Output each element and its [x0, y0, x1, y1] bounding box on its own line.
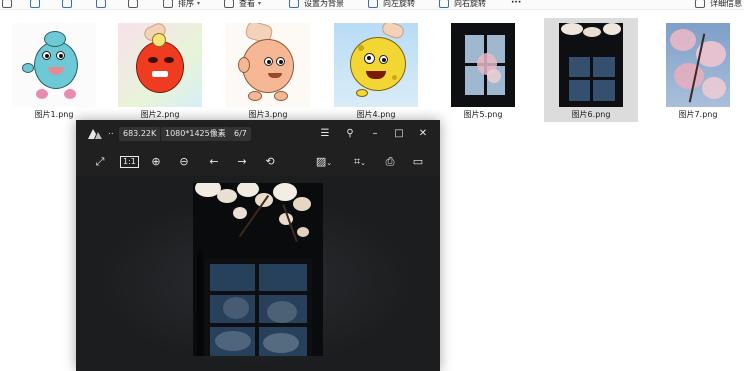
paste-icon — [62, 0, 72, 8]
cut-icon — [2, 0, 12, 8]
photo-viewer-window: .. 683.22K 1080*1425像素 6/7 ☰ ⚲ – □ ✕ ⤢ 1… — [76, 120, 440, 371]
view-button[interactable]: 查看 ▾ — [224, 0, 261, 10]
viewer-titlebar: .. 683.22K 1080*1425像素 6/7 ☰ ⚲ – □ ✕ — [76, 120, 440, 147]
thumbnail-cartoon-blue — [12, 23, 96, 107]
viewer-more-dots[interactable]: .. — [108, 127, 114, 137]
explorer-toolbar: 排序 ▾ 查看 ▾ 设置为背景 向左旋转 向右旋转 ··· 详细信息 — [0, 0, 744, 10]
toolbar-copy-button[interactable] — [30, 0, 45, 10]
close-icon[interactable]: ✕ — [416, 127, 430, 141]
file-item-selected[interactable]: 图片6.png — [544, 18, 638, 122]
file-name: 图片5.png — [463, 110, 503, 119]
toolbar-cut-button[interactable] — [2, 0, 17, 10]
set-background-label: 设置为背景 — [304, 0, 344, 8]
thumbnail-photo-window-blossom — [559, 23, 623, 107]
chevron-down-icon: ▾ — [197, 0, 201, 7]
image-edit-icon[interactable]: ▨⌄ — [312, 153, 336, 171]
maximize-button[interactable]: □ — [392, 127, 406, 141]
toolbar-delete-button[interactable] — [128, 0, 143, 10]
file-name: 图片4.png — [356, 110, 396, 119]
position-chip: 6/7 — [230, 127, 251, 141]
thumbnail-photo-blossom-sky — [666, 23, 730, 107]
thumbnail-cartoon-red — [118, 23, 202, 107]
actual-size-icon[interactable]: 1:1 — [120, 153, 139, 171]
details-icon — [695, 0, 705, 8]
more-options-button[interactable]: ··· — [511, 0, 521, 10]
view-icon — [224, 0, 234, 8]
file-item[interactable]: 图片3.png — [221, 18, 315, 122]
file-name: 图片7.png — [678, 110, 718, 119]
details-label: 详细信息 — [710, 0, 742, 8]
file-size-chip: 683.22K — [119, 127, 161, 141]
file-item[interactable]: 图片1.png — [7, 18, 101, 122]
copy-icon — [30, 0, 40, 8]
file-name: 图片6.png — [571, 110, 611, 119]
file-name: 图片3.png — [248, 110, 288, 119]
sort-label: 排序 — [178, 0, 194, 8]
share-icon — [96, 0, 106, 8]
details-button[interactable]: 详细信息 — [695, 0, 742, 10]
rotate-right-icon — [439, 0, 449, 8]
app-logo-icon — [88, 129, 102, 139]
zoom-in-icon[interactable]: ⊕ — [148, 153, 164, 171]
displayed-photo — [193, 183, 323, 356]
thumbnail-cartoon-peach — [226, 23, 310, 107]
toolbar-paste-button[interactable] — [62, 0, 77, 10]
file-item[interactable]: 图片4.png — [329, 18, 423, 122]
rotate-left-button[interactable]: 向左旋转 — [368, 0, 415, 10]
rotate-right-button[interactable]: 向右旋转 — [439, 0, 486, 10]
file-grid: 图片1.png 图片2.png 图片3.png 图片4.png 图片5.png … — [0, 18, 744, 128]
thumbnail-cartoon-yellow — [334, 23, 418, 107]
file-name: 图片2.png — [140, 110, 180, 119]
sort-button[interactable]: 排序 ▾ — [163, 0, 200, 10]
rotate-icon[interactable]: ⟲ — [262, 153, 278, 171]
view-label: 查看 — [239, 0, 255, 8]
pin-icon[interactable]: ⚲ — [343, 127, 357, 141]
next-arrow-icon[interactable]: → — [232, 153, 252, 171]
file-name: 图片1.png — [34, 110, 74, 119]
previous-arrow-icon[interactable]: ← — [204, 153, 224, 171]
minimize-button[interactable]: – — [368, 127, 382, 141]
briefcase-icon[interactable]: ▭ — [410, 153, 426, 171]
print-icon[interactable]: ⎙ — [382, 153, 398, 171]
toolbar-share-button[interactable] — [96, 0, 111, 10]
dimensions-chip: 1080*1425像素 — [161, 127, 230, 141]
file-item[interactable]: 图片5.png — [436, 18, 530, 122]
file-item[interactable]: 图片2.png — [113, 18, 207, 122]
zoom-out-icon[interactable]: ⊖ — [176, 153, 192, 171]
file-item[interactable]: 图片7.png — [651, 18, 744, 122]
fullscreen-icon[interactable]: ⤢ — [92, 153, 108, 171]
viewer-toolbar: ⤢ 1:1 ⊕ ⊖ ← → ⟲ ▨⌄ ⌗⌄ ⎙ ▭ — [76, 150, 440, 174]
delete-icon — [128, 0, 138, 8]
chevron-down-icon: ▾ — [258, 0, 262, 7]
set-background-button[interactable]: 设置为背景 — [289, 0, 344, 10]
rotate-left-icon — [368, 0, 378, 8]
thumbnail-photo-window — [451, 23, 515, 107]
background-icon — [289, 0, 299, 8]
crop-icon[interactable]: ⌗⌄ — [348, 153, 372, 171]
sort-icon — [163, 0, 173, 8]
image-stage — [76, 176, 440, 371]
rotate-left-label: 向左旋转 — [383, 0, 415, 8]
rotate-right-label: 向右旋转 — [454, 0, 486, 8]
menu-icon[interactable]: ☰ — [318, 127, 332, 141]
